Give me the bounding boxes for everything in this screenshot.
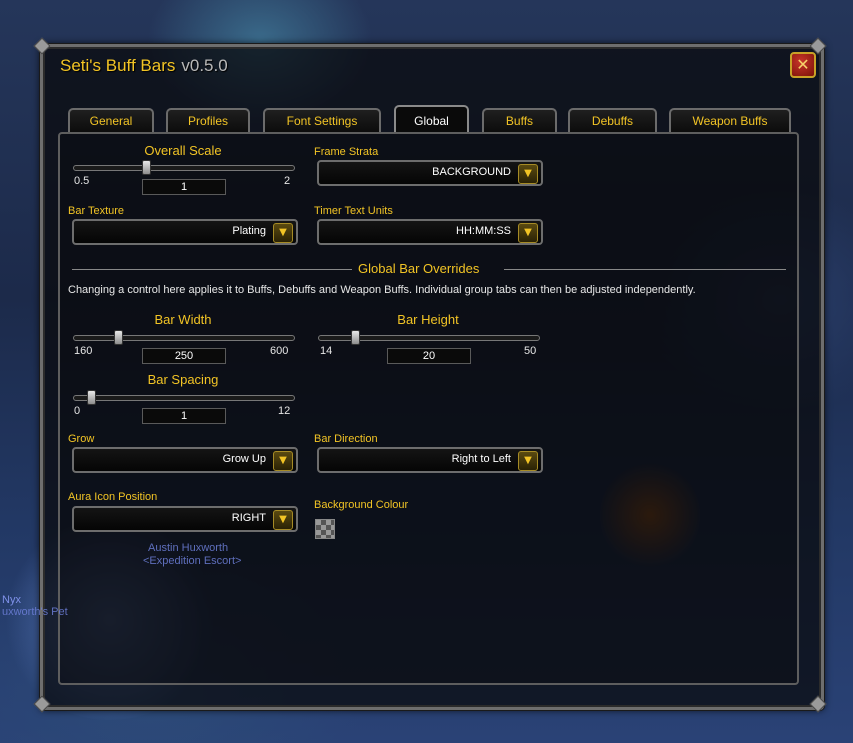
frame-strata-label: Frame Strata [314, 146, 379, 158]
grow-value: Grow Up [222, 453, 266, 465]
npc-name-text: Austin Huxworth [148, 542, 229, 554]
tab-font-settings[interactable]: Font Settings [263, 108, 381, 132]
overall-scale-input[interactable]: 1 [142, 179, 226, 195]
section-divider-right [504, 269, 786, 270]
grow-dropdown[interactable]: Grow Up ▼ [72, 447, 298, 473]
overrides-description: Changing a control here applies it to Bu… [68, 284, 696, 296]
chevron-down-icon[interactable]: ▼ [273, 223, 293, 243]
timer-text-units-value: HH:MM:SS [456, 225, 511, 237]
tab-buffs[interactable]: Buffs [482, 108, 557, 132]
overall-scale-max: 2 [284, 175, 291, 187]
bar-texture-label: Bar Texture [68, 205, 125, 217]
tab-weapon-buffs[interactable]: Weapon Buffs [669, 108, 791, 132]
window-title-text: Seti's Buff Bars [60, 56, 176, 75]
bar-direction-label: Bar Direction [314, 433, 378, 445]
background-colour-label: Background Colour [314, 499, 409, 511]
bar-height-max: 50 [524, 345, 537, 357]
chevron-down-icon[interactable]: ▼ [518, 451, 538, 471]
tab-label: Weapon Buffs [692, 114, 768, 128]
bar-width-thumb[interactable] [114, 330, 124, 345]
bar-texture-value: Plating [232, 225, 266, 237]
overall-scale-min: 0.5 [74, 175, 90, 187]
bar-spacing-min: 0 [74, 405, 81, 417]
window-title: Seti's Buff Bars v0.5.0 [60, 56, 228, 76]
bar-spacing-input[interactable]: 1 [142, 408, 226, 424]
bar-height-thumb[interactable] [350, 330, 360, 345]
tab-label: General [89, 114, 133, 128]
tab-debuffs[interactable]: Debuffs [568, 108, 657, 132]
pet-owner-text: uxworth's Pet [2, 606, 68, 618]
bar-spacing-track[interactable] [73, 395, 295, 401]
close-button[interactable]: ✕ [790, 52, 816, 78]
frame-strata-value: BACKGROUND [432, 166, 511, 178]
chevron-down-icon[interactable]: ▼ [518, 164, 538, 184]
bar-width-max: 600 [270, 345, 289, 357]
grow-label: Grow [68, 433, 95, 445]
bar-direction-value: Right to Left [451, 453, 511, 465]
section-divider-left [72, 269, 352, 270]
frame-strata-dropdown[interactable]: BACKGROUND ▼ [317, 160, 543, 186]
tab-profiles[interactable]: Profiles [166, 108, 250, 132]
bar-height-input[interactable]: 20 [387, 348, 471, 364]
bar-width-label: Bar Width [154, 312, 212, 327]
bar-width-track[interactable] [73, 335, 295, 341]
npc-title-text: <Expedition Escort> [143, 555, 242, 567]
pet-name-text: Nyx [2, 594, 21, 606]
overall-scale-track[interactable] [73, 165, 295, 171]
timer-text-units-label: Timer Text Units [314, 205, 393, 217]
bar-spacing-label: Bar Spacing [147, 372, 219, 387]
tab-general[interactable]: General [68, 108, 154, 132]
chevron-down-icon[interactable]: ▼ [518, 223, 538, 243]
aura-icon-position-label: Aura Icon Position [68, 491, 158, 503]
timer-text-units-dropdown[interactable]: HH:MM:SS ▼ [317, 219, 543, 245]
tab-label: Font Settings [286, 114, 358, 128]
chevron-down-icon[interactable]: ▼ [273, 510, 293, 530]
aura-icon-position-value: RIGHT [231, 512, 266, 524]
version-text: v0.5.0 [181, 56, 228, 75]
close-icon: ✕ [796, 55, 810, 74]
chevron-down-icon[interactable]: ▼ [273, 451, 293, 471]
bar-height-label: Bar Height [397, 312, 459, 327]
background-colour-swatch[interactable] [315, 519, 335, 539]
bar-direction-dropdown[interactable]: Right to Left ▼ [317, 447, 543, 473]
bar-spacing-max: 12 [278, 405, 291, 417]
bar-spacing-thumb[interactable] [87, 390, 97, 405]
bar-width-min: 160 [74, 345, 93, 357]
tab-label: Global [414, 114, 449, 128]
overall-scale-thumb[interactable] [142, 160, 152, 175]
tab-label: Buffs [505, 114, 534, 128]
tab-label: Debuffs [591, 114, 634, 128]
tab-label: Profiles [187, 114, 228, 128]
tab-global[interactable]: Global [394, 105, 469, 133]
bar-texture-dropdown[interactable]: Plating ▼ [72, 219, 298, 245]
global-bar-overrides-heading: Global Bar Overrides [358, 261, 480, 276]
aura-icon-position-dropdown[interactable]: RIGHT ▼ [72, 506, 298, 532]
bar-width-input[interactable]: 250 [142, 348, 226, 364]
overall-scale-label: Overall Scale [144, 143, 222, 158]
bar-height-min: 14 [320, 345, 333, 357]
